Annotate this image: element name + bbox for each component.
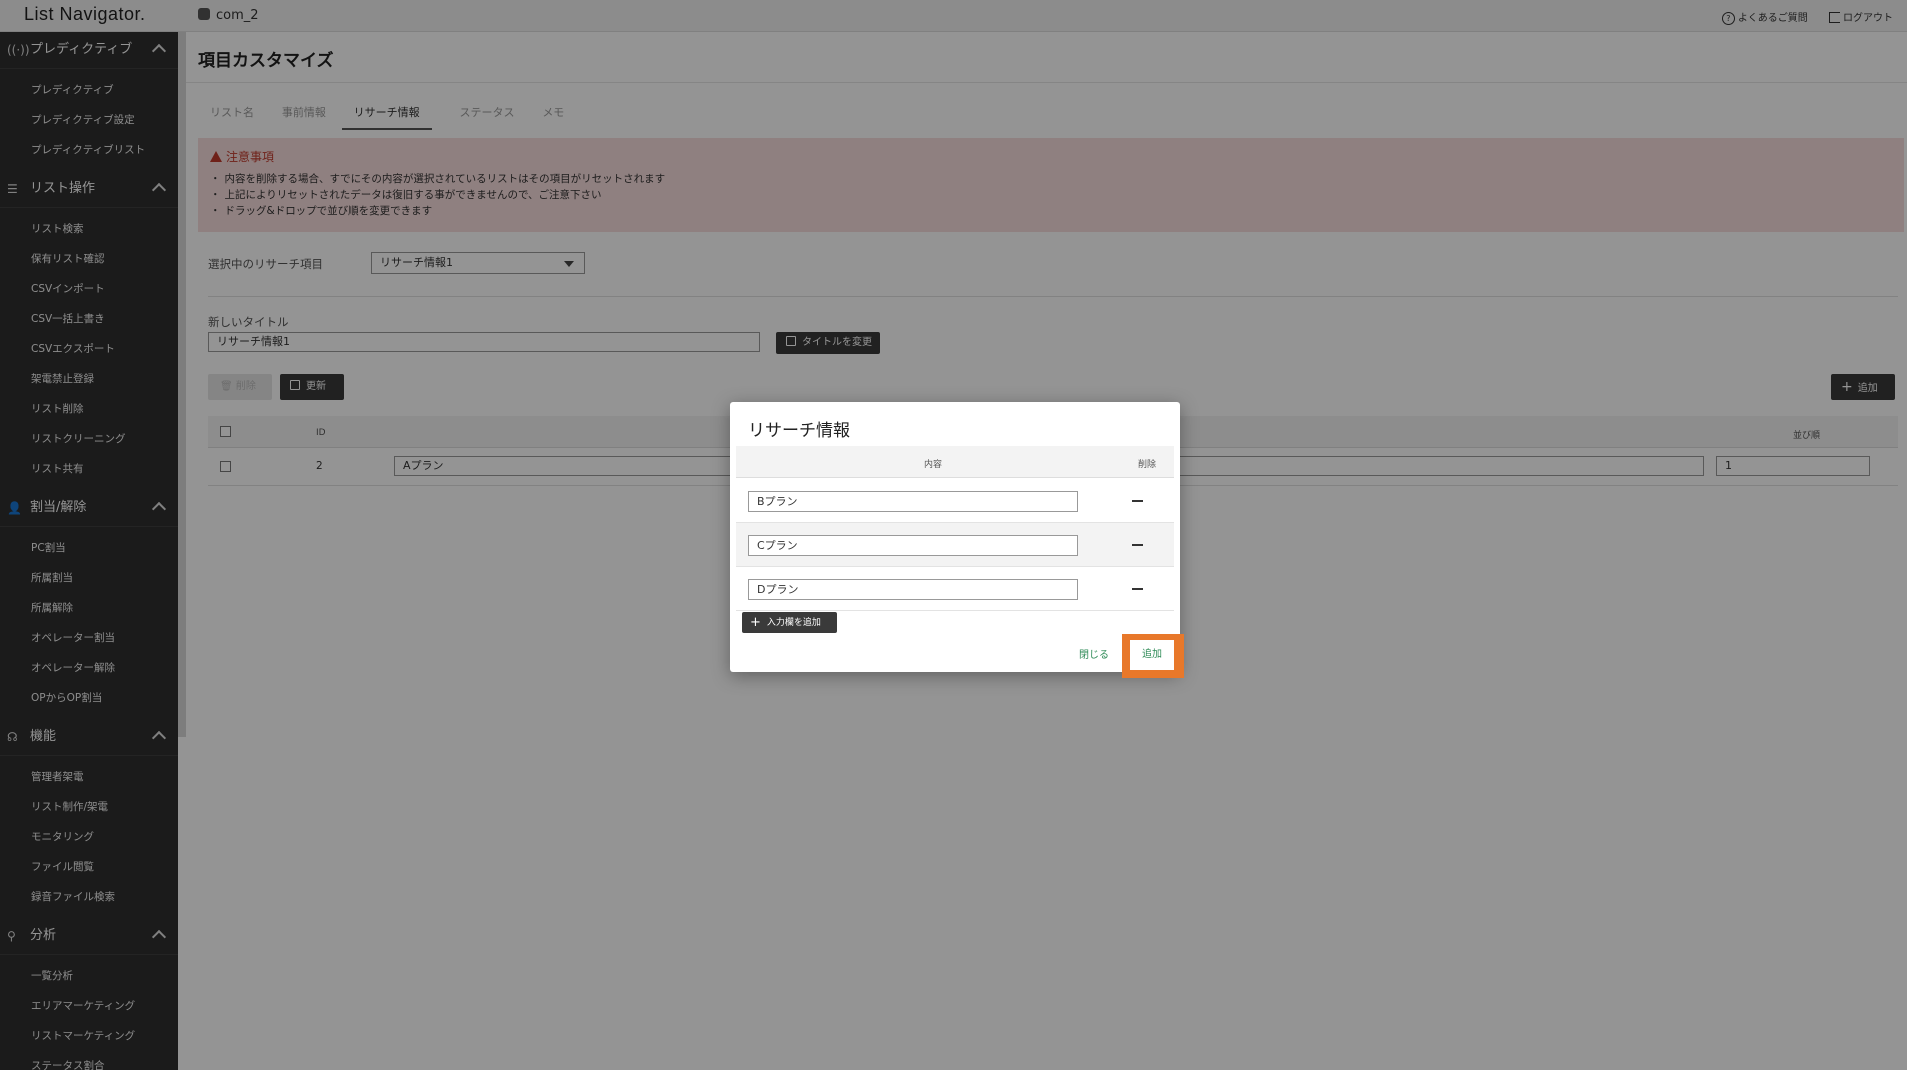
modal-header-delete: 削除 [1138,460,1157,470]
add-field-button[interactable]: + 入力欄を追加 [742,612,837,633]
modal-row-input[interactable]: Bプラン [748,491,1078,512]
modal-row: Cプラン [736,523,1174,567]
modal-row-input[interactable]: Cプラン [748,535,1078,556]
modal-table-header: 内容 削除 [736,446,1174,478]
plus-icon: + [750,615,761,630]
modal-header-content: 内容 [924,460,943,470]
add-field-label: 入力欄を追加 [766,618,821,628]
modal-title: リサーチ情報 [748,421,850,441]
modal-row: Dプラン [736,567,1174,611]
modal-row-input[interactable]: Dプラン [748,579,1078,600]
minus-icon[interactable] [1132,544,1143,546]
research-info-modal: リサーチ情報 内容 削除 Bプラン Cプラン Dプラン + 入力欄を追加 閉じる … [730,402,1184,678]
minus-icon[interactable] [1132,500,1143,502]
minus-icon[interactable] [1132,588,1143,590]
close-button[interactable]: 閉じる [1079,646,1109,661]
modal-add-button[interactable]: 追加 [1130,640,1174,670]
modal-row: Bプラン [736,479,1174,523]
